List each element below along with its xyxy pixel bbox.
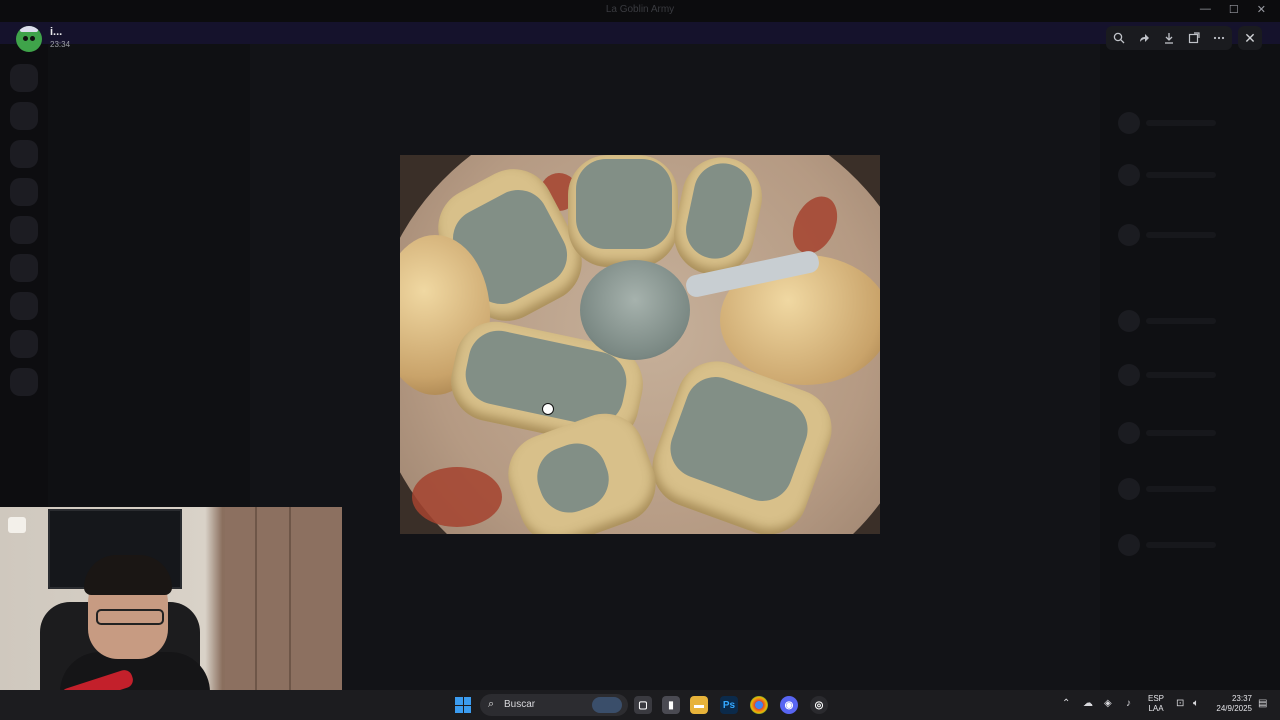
- close-viewer-button[interactable]: ✕: [1238, 26, 1262, 50]
- server-icon[interactable]: [10, 368, 38, 396]
- server-icon[interactable]: [10, 254, 38, 282]
- zoom-cursor-icon: [542, 403, 554, 415]
- server-icon[interactable]: [10, 178, 38, 206]
- close-icon: ✕: [1244, 29, 1256, 46]
- mic-icon[interactable]: ♪: [1126, 698, 1131, 709]
- tray-chevron-icon[interactable]: ⌃: [1062, 698, 1070, 709]
- maximize-icon[interactable]: ☐: [1229, 3, 1239, 16]
- zoom-in-icon[interactable]: [1110, 29, 1128, 47]
- minimize-icon[interactable]: —: [1200, 3, 1211, 16]
- taskbar-search[interactable]: ⌕ Buscar: [480, 694, 628, 716]
- search-placeholder: Buscar: [504, 699, 536, 710]
- server-icon[interactable]: [10, 102, 38, 130]
- background-cabinet: [225, 507, 342, 720]
- notification-icon[interactable]: ▤: [1258, 698, 1267, 709]
- search-highlight-icon: [592, 697, 622, 713]
- network-icon[interactable]: ⊡: [1176, 698, 1184, 709]
- member-avatar[interactable]: [1118, 534, 1140, 556]
- language-indicator[interactable]: ESP LAA: [1148, 694, 1164, 714]
- volume-icon[interactable]: 🔈︎: [1193, 698, 1199, 709]
- member-avatar[interactable]: [1118, 364, 1140, 386]
- search-icon: ⌕: [488, 698, 495, 710]
- member-avatar[interactable]: [1118, 164, 1140, 186]
- member-list: [1100, 44, 1280, 690]
- security-icon[interactable]: ◈: [1104, 698, 1112, 709]
- server-icon[interactable]: [10, 64, 38, 92]
- server-icon[interactable]: [10, 330, 38, 358]
- app-icon[interactable]: ▮: [662, 696, 680, 714]
- task-view-icon[interactable]: ▢: [634, 696, 652, 714]
- webcam-overlay: [0, 507, 342, 720]
- window-title: La Goblin Army: [605, 4, 675, 15]
- chrome-icon[interactable]: [750, 696, 768, 714]
- start-button[interactable]: [455, 697, 471, 713]
- author-name[interactable]: i...: [50, 26, 62, 38]
- window-titlebar: La Goblin Army — ☐ ✕: [0, 0, 1280, 22]
- server-icon[interactable]: [10, 292, 38, 320]
- server-icon[interactable]: [10, 140, 38, 168]
- windows-taskbar: ⌕ Buscar ▢ ▮ ▬ Ps ◉ ◎ ⌃ ☁ ◈ ♪ ESP LAA ⊡ …: [0, 690, 1280, 720]
- system-clock[interactable]: 23:37 24/9/2025: [1212, 694, 1252, 714]
- viewer-toolbar: [1106, 26, 1232, 50]
- scoop-cup: [580, 260, 690, 360]
- more-icon[interactable]: [1210, 29, 1228, 47]
- forward-icon[interactable]: [1135, 29, 1153, 47]
- obs-icon[interactable]: ◎: [810, 696, 828, 714]
- photoshop-icon[interactable]: Ps: [720, 696, 738, 714]
- window-controls[interactable]: — ☐ ✕: [1200, 3, 1266, 16]
- member-avatar[interactable]: [1118, 112, 1140, 134]
- author-avatar[interactable]: [16, 26, 42, 52]
- open-external-icon[interactable]: [1185, 29, 1203, 47]
- member-avatar[interactable]: [1118, 224, 1140, 246]
- viewed-image[interactable]: [400, 155, 880, 534]
- onedrive-icon[interactable]: ☁: [1083, 698, 1093, 709]
- glasses: [96, 609, 164, 625]
- member-avatar[interactable]: [1118, 422, 1140, 444]
- member-avatar[interactable]: [1118, 310, 1140, 332]
- file-explorer-icon[interactable]: ▬: [690, 696, 708, 714]
- window-close-icon[interactable]: ✕: [1257, 3, 1266, 16]
- download-icon[interactable]: [1160, 29, 1178, 47]
- server-icon[interactable]: [10, 216, 38, 244]
- message-timestamp: 23:34: [50, 40, 71, 49]
- member-avatar[interactable]: [1118, 478, 1140, 500]
- discord-icon[interactable]: ◉: [780, 696, 798, 714]
- image-viewer-header: i... 23:34 ✕: [0, 22, 1280, 56]
